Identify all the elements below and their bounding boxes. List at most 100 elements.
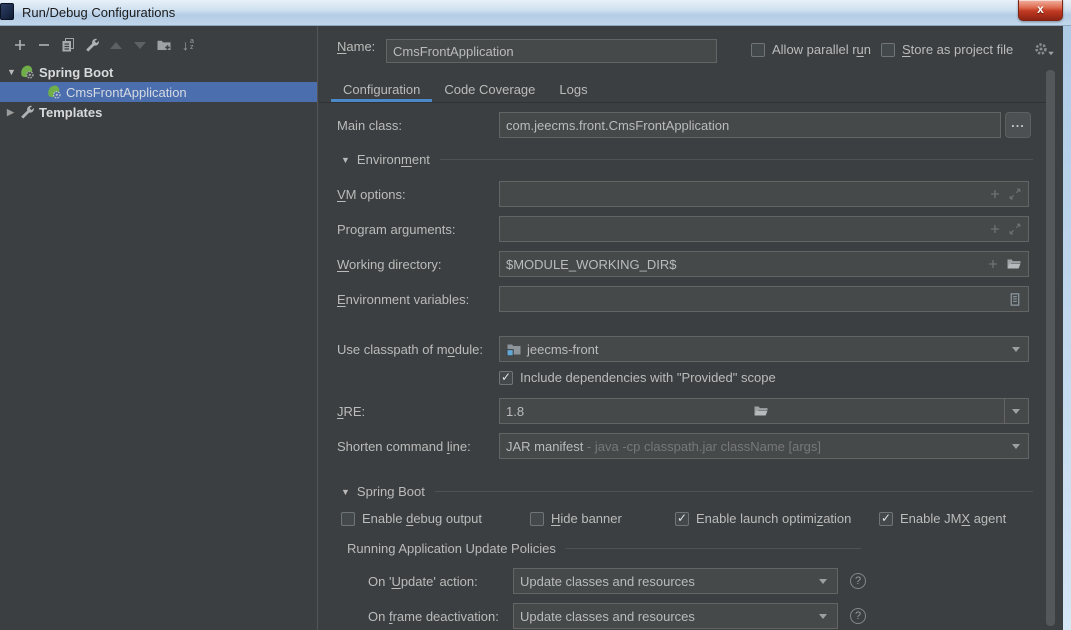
expanded-twisty-icon[interactable]: ▼ [7, 67, 19, 77]
new-folder-button[interactable] [152, 35, 176, 55]
wrench-icon [86, 38, 99, 52]
collapsed-twisty-icon[interactable]: ▶ [7, 107, 19, 118]
titlebar[interactable]: Run/Debug Configurations x [0, 0, 1071, 26]
enable-debug-output-checkbox[interactable] [341, 511, 355, 526]
tree-node-cmsfrontapplication[interactable]: CmsFrontApplication [0, 82, 317, 102]
add-macro-icon[interactable] [986, 257, 1000, 271]
update-policies-section-header: Running Application Update Policies [347, 541, 861, 556]
chevron-down-icon [1012, 443, 1020, 449]
dialog-icon [0, 3, 14, 20]
allow-parallel-run-checkbox[interactable] [751, 42, 765, 57]
store-as-project-file-label: Store as project file [902, 42, 1014, 57]
hide-banner-checkbox[interactable] [530, 511, 544, 526]
tab-configuration[interactable]: Configuration [331, 78, 433, 103]
add-macro-icon[interactable] [988, 187, 1002, 201]
tree-node-templates[interactable]: ▶ Templates [0, 102, 317, 122]
on-update-action-combobox[interactable]: Update classes and resources [513, 568, 838, 594]
program-arguments-field[interactable] [499, 216, 1029, 242]
module-combobox[interactable]: jeecms-front [499, 336, 1029, 362]
store-options-gear-button[interactable] [1033, 41, 1055, 57]
add-macro-icon[interactable] [988, 222, 1002, 236]
working-directory-value: $MODULE_WORKING_DIR$ [506, 256, 677, 272]
help-icon[interactable]: ? [850, 608, 866, 624]
enable-launch-optimization-label: Enable launch optimization [696, 511, 852, 526]
tab-separator [319, 102, 1047, 103]
copy-configuration-button[interactable] [56, 35, 80, 55]
vm-options-label: VM options: [337, 186, 406, 202]
edit-defaults-button[interactable] [80, 35, 104, 55]
chevron-down-icon [819, 578, 827, 584]
remove-configuration-button[interactable] [32, 35, 56, 55]
store-as-project-file-checkbox[interactable] [881, 42, 895, 57]
spring-boot-icon [21, 65, 34, 79]
tree-toolbar: ↓ az [8, 34, 200, 56]
configurations-tree: ▼ Spring Boot CmsFrontApplication ▶ Temp… [0, 62, 317, 122]
environment-section-title: Environment [356, 152, 430, 167]
close-button[interactable]: x [1018, 0, 1063, 21]
chevron-down-icon [1048, 51, 1054, 56]
edit-variables-icon[interactable] [1007, 292, 1022, 307]
tab-code-coverage[interactable]: Code Coverage [432, 78, 547, 103]
jre-value: 1.8 [506, 403, 525, 419]
enable-jmx-agent-checkbox[interactable] [879, 511, 893, 526]
dialog-body: ↓ az ▼ Spring Boot CmsFrontApplication ▶… [0, 26, 1063, 630]
enable-launch-optimization-checkbox[interactable] [675, 511, 689, 526]
environment-variables-field[interactable] [499, 286, 1029, 312]
working-directory-label: Working directory: [337, 256, 442, 272]
working-directory-field[interactable]: $MODULE_WORKING_DIR$ [499, 251, 1029, 277]
on-frame-deactivation-combobox[interactable]: Update classes and resources [513, 603, 838, 629]
vm-options-field[interactable] [499, 181, 1029, 207]
expand-field-icon[interactable] [1008, 222, 1022, 236]
move-up-button[interactable] [104, 35, 128, 55]
expand-field-icon[interactable] [1008, 187, 1022, 201]
move-up-icon [110, 41, 122, 49]
on-update-action-value: Update classes and resources [520, 573, 695, 589]
run-debug-configurations-dialog: Run/Debug Configurations x ↓ a z ▼ Sprin… [0, 0, 1071, 630]
include-provided-checkbox[interactable] [499, 370, 513, 385]
jre-combobox[interactable]: 1.8 [499, 398, 1029, 424]
name-label: Name: [337, 39, 376, 54]
chevron-down-icon [819, 613, 827, 619]
environment-section-header[interactable]: ▼ Environment [341, 152, 1033, 167]
chevron-down-icon [1012, 346, 1020, 352]
add-icon [15, 40, 25, 50]
move-down-button[interactable] [128, 35, 152, 55]
name-input[interactable] [386, 39, 717, 63]
shorten-command-line-combobox[interactable]: JAR manifest - java -cp classpath.jar cl… [499, 433, 1029, 459]
dialog-title: Run/Debug Configurations [22, 5, 176, 20]
move-down-icon [134, 41, 146, 49]
expanded-twisty-icon: ▼ [341, 154, 350, 165]
vertical-scrollbar-thumb[interactable] [1046, 70, 1055, 626]
configurations-tree-panel: ↓ az ▼ Spring Boot CmsFrontApplication ▶… [0, 26, 318, 630]
help-icon[interactable]: ? [850, 573, 866, 589]
enable-jmx-agent-label: Enable JMX agent [900, 511, 1007, 526]
open-folder-icon[interactable] [1006, 256, 1022, 272]
gear-icon [1035, 43, 1047, 55]
copy-icon [62, 38, 74, 52]
new-folder-icon [157, 40, 171, 50]
tree-node-label: CmsFrontApplication [66, 84, 187, 100]
browse-main-class-button[interactable]: ... [1005, 112, 1031, 138]
tree-node-spring-boot[interactable]: ▼ Spring Boot [0, 62, 317, 82]
spring-boot-section-header[interactable]: ▼ Spring Boot [341, 484, 1033, 499]
module-combobox-value: jeecms-front [527, 341, 599, 357]
main-class-input[interactable] [499, 112, 1001, 138]
tree-node-label: Spring Boot [39, 64, 114, 80]
on-frame-deactivation-value: Update classes and resources [520, 608, 695, 624]
section-divider [434, 491, 1033, 492]
use-classpath-label: Use classpath of module: [337, 341, 483, 357]
add-configuration-button[interactable] [8, 35, 32, 55]
open-folder-icon[interactable] [753, 403, 769, 419]
jre-label: JRE: [337, 403, 366, 419]
allow-parallel-run-label: Allow parallel run [772, 42, 872, 57]
spring-boot-icon [48, 85, 61, 99]
sort-configurations-button[interactable]: ↓ az [176, 35, 200, 55]
main-class-label: Main class: [337, 117, 403, 133]
on-frame-deactivation-label: On frame deactivation: [368, 608, 499, 624]
section-divider [439, 159, 1033, 160]
tab-bar: Configuration Code Coverage Logs [319, 78, 600, 103]
tab-logs[interactable]: Logs [547, 78, 599, 103]
hide-banner-label: Hide banner [551, 511, 622, 526]
module-icon [506, 344, 521, 357]
jre-dropdown-button[interactable] [1003, 399, 1028, 423]
